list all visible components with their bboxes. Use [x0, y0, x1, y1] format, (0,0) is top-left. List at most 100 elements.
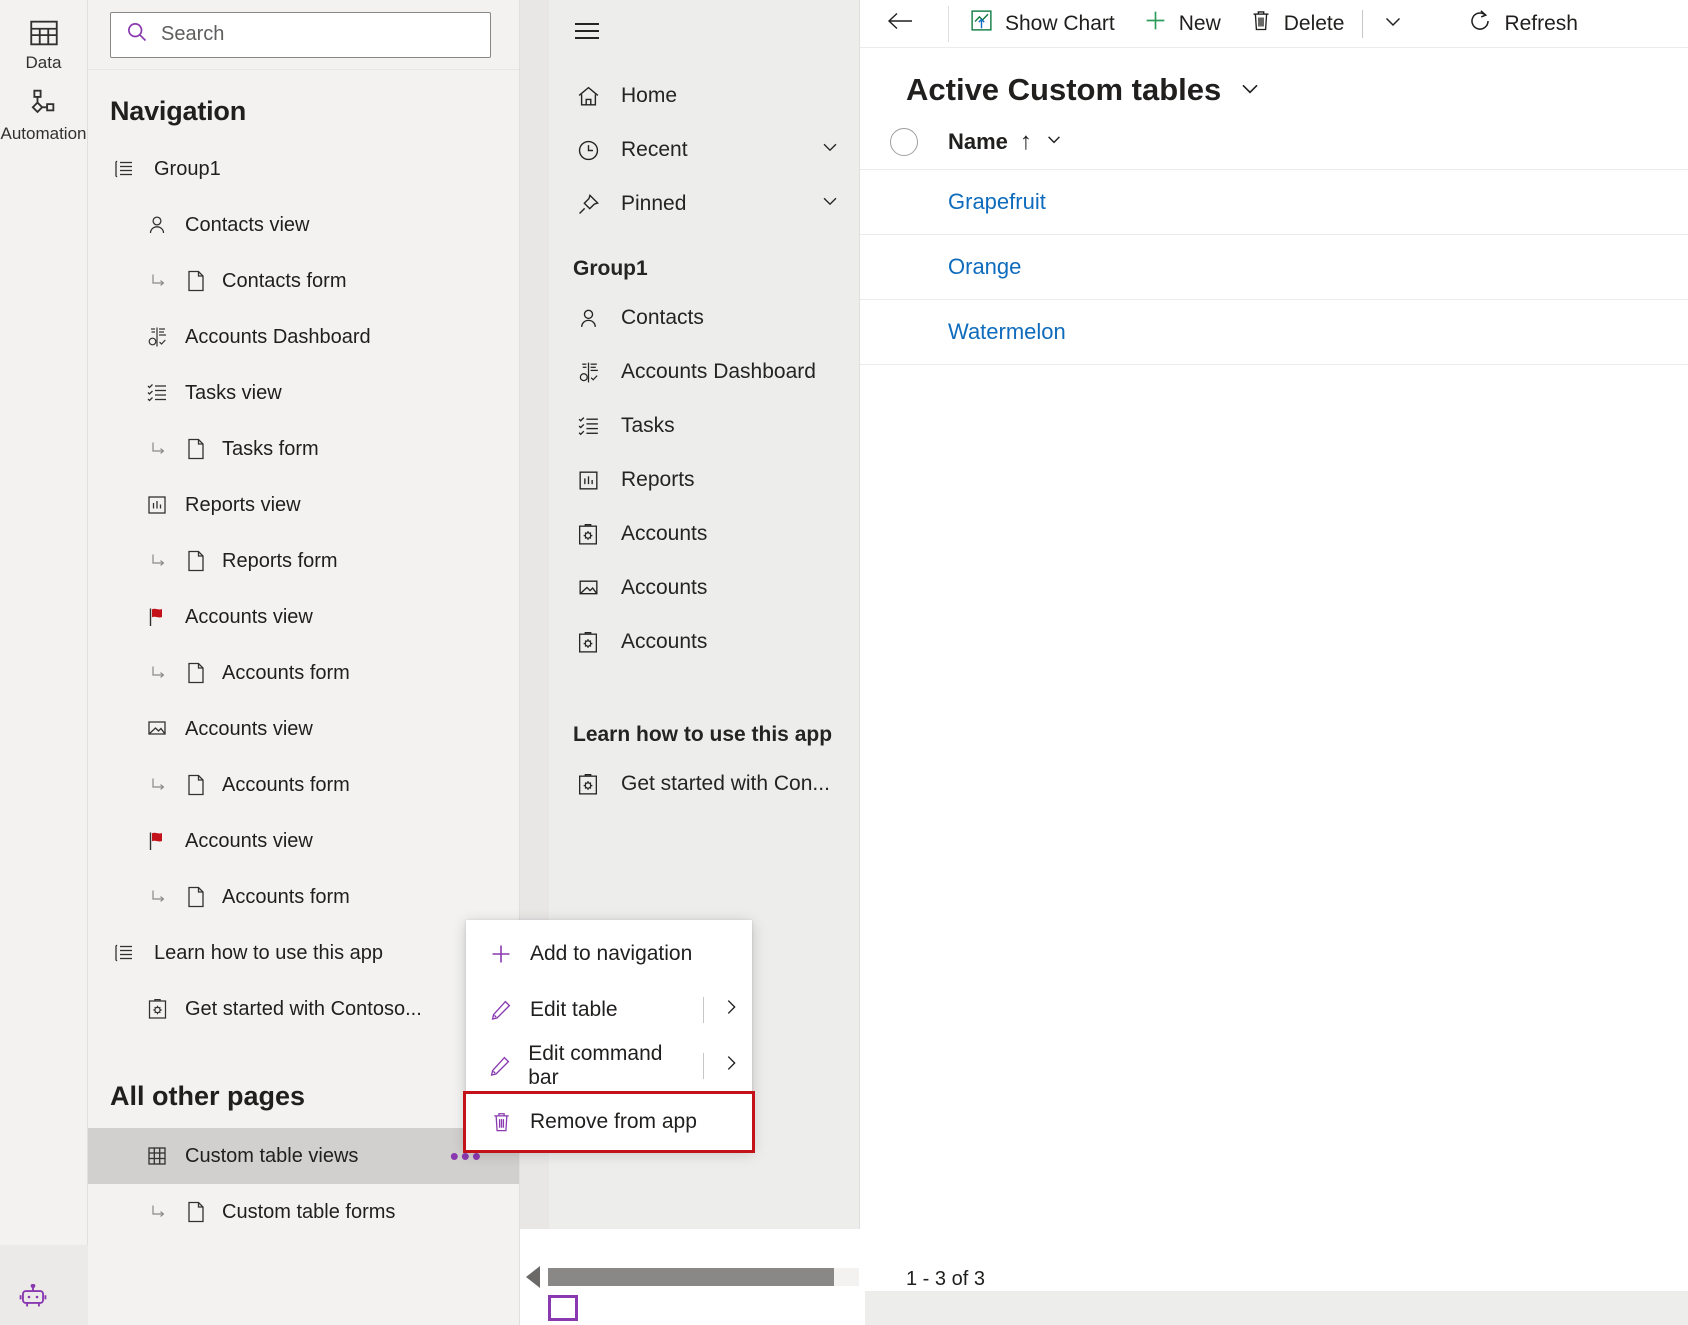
preview-item-label: Get started with Con... — [621, 772, 830, 795]
tree-item-accounts-view-3[interactable]: Accounts view — [88, 813, 519, 869]
tree-item-accounts-form-1[interactable]: Accounts form — [88, 645, 519, 701]
back-arrow-icon — [886, 9, 914, 39]
tree-item-accounts-view-2[interactable]: Accounts view — [88, 701, 519, 757]
chevron-right-icon[interactable] — [720, 996, 742, 1024]
clipboard-gear-icon — [143, 997, 171, 1021]
submenu-divider — [703, 997, 704, 1023]
row-name-link[interactable]: Orange — [948, 254, 1021, 280]
tree-item-label: Accounts form — [222, 885, 350, 908]
context-menu-submenu-area[interactable] — [703, 1052, 742, 1080]
preview-item-contacts[interactable]: Contacts — [549, 291, 859, 345]
scrollbar-thumb[interactable] — [548, 1268, 835, 1286]
preview-item-label: Contacts — [621, 306, 704, 329]
subitem-arrow-icon — [148, 551, 170, 571]
all-other-pages-header: All other pages — [110, 1081, 306, 1111]
table-row[interactable]: Watermelon — [860, 300, 1688, 365]
grid-header-row: Name ↑ — [860, 114, 1688, 170]
tree-item-label: Accounts Dashboard — [185, 325, 371, 348]
tree-item-get-started[interactable]: Get started with Contoso... — [88, 981, 519, 1037]
hamburger-icon[interactable] — [549, 8, 859, 47]
refresh-button[interactable]: Refresh — [1453, 2, 1592, 46]
tree-item-accounts-view-1[interactable]: Accounts view — [88, 589, 519, 645]
tree-item-contacts-view[interactable]: Contacts view — [88, 197, 519, 253]
tree-item-tasks-view[interactable]: Tasks view — [88, 365, 519, 421]
tree-item-group1[interactable]: Group1 — [88, 141, 519, 197]
content-bottom-strip — [860, 1291, 1688, 1325]
form-page-icon — [182, 549, 210, 573]
preview-item-recent[interactable]: Recent — [549, 123, 859, 177]
tree-item-custom-table-forms[interactable]: Custom table forms — [88, 1184, 519, 1240]
view-selector-chevron-down-icon[interactable] — [1237, 75, 1263, 106]
preview-item-accounts-2[interactable]: Accounts — [549, 561, 859, 615]
select-all-cell — [860, 127, 948, 156]
preview-item-accounts-3[interactable]: Accounts — [549, 615, 859, 669]
preview-item-accounts-1[interactable]: Accounts — [549, 507, 859, 561]
tree-item-label: Accounts form — [222, 773, 350, 796]
tree-item-custom-table-views[interactable]: Custom table views ••• — [88, 1128, 519, 1184]
context-menu-item-edit-command-bar[interactable]: Edit command bar — [466, 1038, 752, 1094]
delete-button[interactable]: Delete — [1235, 2, 1359, 46]
tree-item-reports-form[interactable]: Reports form — [88, 533, 519, 589]
show-chart-button[interactable]: Show Chart — [955, 2, 1129, 46]
preview-item-label: Accounts — [621, 630, 708, 653]
context-menu-item-label: Edit table — [530, 998, 618, 1021]
tree-item-accounts-form-2[interactable]: Accounts form — [88, 757, 519, 813]
tree-item-label: Tasks form — [222, 437, 319, 460]
search-box[interactable] — [110, 11, 491, 58]
scroll-left-arrow[interactable] — [526, 1266, 540, 1288]
column-menu-chevron-down-icon[interactable] — [1044, 129, 1064, 155]
rail-bottom-area — [0, 1245, 88, 1325]
table-row[interactable]: Grapefruit — [860, 170, 1688, 235]
context-menu-item-remove-from-app[interactable]: Remove from app — [463, 1091, 755, 1153]
preview-item-label: Tasks — [621, 414, 675, 437]
tree-item-contacts-form[interactable]: Contacts form — [88, 253, 519, 309]
tree-item-accounts-form-3[interactable]: Accounts form — [88, 869, 519, 925]
search-input[interactable] — [161, 23, 476, 46]
row-name-link[interactable]: Grapefruit — [948, 189, 1046, 215]
chevron-down-icon[interactable] — [819, 190, 841, 218]
row-name-link[interactable]: Watermelon — [948, 319, 1066, 345]
table-row[interactable]: Orange — [860, 235, 1688, 300]
preview-item-get-started[interactable]: Get started with Con... — [549, 757, 859, 811]
copilot-robot-icon[interactable] — [18, 1283, 48, 1315]
preview-item-reports[interactable]: Reports — [549, 453, 859, 507]
rail-item-data[interactable]: Data — [0, 10, 88, 81]
context-menu-submenu-area[interactable] — [703, 996, 742, 1024]
form-page-icon — [182, 269, 210, 293]
preview-learn-header: Learn how to use this app — [573, 723, 833, 746]
bottom-purple-marker-icon — [548, 1295, 578, 1321]
chevron-down-icon[interactable] — [819, 136, 841, 164]
tree-item-label: Get started with Contoso... — [185, 997, 422, 1020]
new-button[interactable]: New — [1129, 2, 1235, 46]
clipboard-gear-icon — [573, 772, 603, 797]
context-menu-item-label: Add to navigation — [530, 942, 693, 965]
preview-item-tasks[interactable]: Tasks — [549, 399, 859, 453]
form-page-icon — [182, 437, 210, 461]
delete-label: Delete — [1283, 11, 1345, 35]
back-button[interactable] — [868, 2, 936, 46]
preview-item-pinned[interactable]: Pinned — [549, 177, 859, 231]
tree-item-tasks-form[interactable]: Tasks form — [88, 421, 519, 477]
scrollbar-track[interactable] — [548, 1268, 859, 1286]
context-menu-item-add-to-navigation[interactable]: Add to navigation — [466, 926, 752, 982]
tree-item-accounts-dashboard[interactable]: Accounts Dashboard — [88, 309, 519, 365]
tree-item-label: Accounts view — [185, 829, 313, 852]
command-overflow-button[interactable] — [1367, 2, 1419, 46]
preview-item-label: Recent — [621, 138, 688, 161]
folder-arrow-icon — [143, 717, 171, 741]
preview-item-home[interactable]: Home — [549, 69, 859, 123]
context-menu-item-edit-table[interactable]: Edit table — [466, 982, 752, 1038]
column-header-name[interactable]: Name ↑ — [948, 128, 1064, 156]
table-grid-icon — [143, 1144, 171, 1168]
more-options-icon[interactable]: ••• — [450, 1142, 483, 1169]
tree-item-reports-view[interactable]: Reports view — [88, 477, 519, 533]
tree-item-learn-group[interactable]: Learn how to use this app — [88, 925, 519, 981]
chevron-right-icon[interactable] — [720, 1052, 742, 1080]
select-all-radio[interactable] — [890, 127, 918, 156]
rail-item-automation[interactable]: Automation — [0, 81, 88, 152]
subitem-arrow-icon — [148, 439, 170, 459]
preview-item-label: Home — [621, 84, 678, 107]
preview-item-accounts-dashboard[interactable]: Accounts Dashboard — [549, 345, 859, 399]
command-divider — [948, 5, 949, 42]
clipboard-gear-icon — [573, 522, 603, 547]
